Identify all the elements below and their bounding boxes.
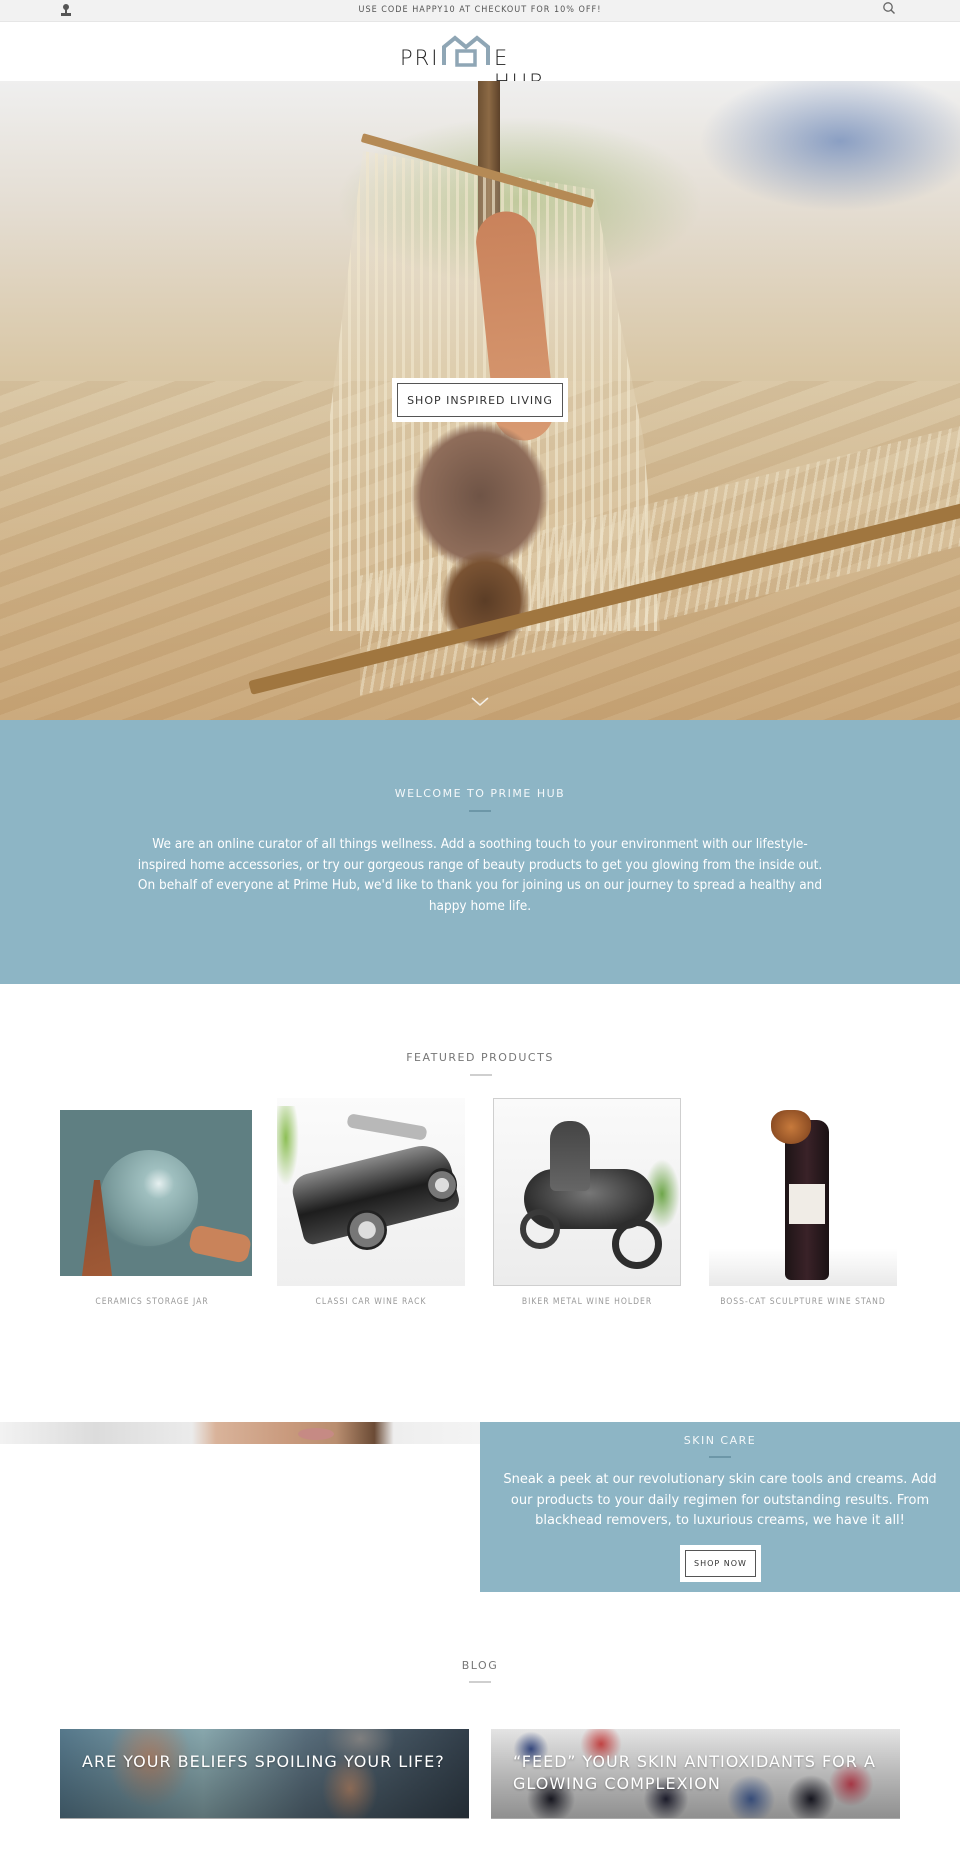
skin-care-panel: SKIN CARE Sneak a peek at our revolution…: [480, 1422, 960, 1592]
product-card[interactable]: CLASSI CAR WINE RACK: [277, 1098, 465, 1308]
skin-care-lips: [298, 1428, 334, 1440]
welcome-heading: WELCOME TO PRIME HUB: [394, 787, 566, 800]
product-image[interactable]: [60, 1110, 253, 1276]
blog-heading: BLOG: [461, 1659, 499, 1672]
bike-wheel: [612, 1219, 662, 1269]
welcome-section: WELCOME TO PRIME HUB We are an online cu…: [0, 720, 960, 984]
blog-post-card[interactable]: ARE YOUR BELIEFS SPOILING YOUR LIFE?: [60, 1729, 469, 1819]
jar-scoop: [187, 1224, 253, 1264]
skin-care-cta-frame: SHOP NOW: [680, 1545, 761, 1582]
car-roof: [346, 1113, 428, 1141]
hero-banner: SHOP INSPIRED LIVING: [0, 81, 960, 720]
hero-cta-frame: SHOP INSPIRED LIVING: [392, 378, 568, 422]
product-card[interactable]: BOSS-CAT SCULPTURE WINE STAND: [709, 1098, 897, 1308]
blog-image-overlay: [60, 1729, 469, 1818]
welcome-text: We are an online curator of all things w…: [137, 836, 823, 914]
shop-inspired-living-button[interactable]: SHOP INSPIRED LIVING: [397, 383, 563, 417]
featured-products-divider: [470, 1074, 492, 1076]
site-logo[interactable]: PRI E HUB: [400, 35, 562, 94]
featured-products-heading: FEATURED PRODUCTS: [406, 1051, 554, 1064]
skin-care-text: Sneak a peek at our revolutionary skin c…: [503, 1472, 937, 1528]
cat-head: [771, 1110, 811, 1144]
product-image[interactable]: [709, 1098, 897, 1286]
wine-label: [789, 1184, 825, 1224]
bike-rider: [550, 1121, 590, 1191]
product-name[interactable]: BIKER METAL WINE HOLDER: [493, 1297, 681, 1307]
skin-care-image: [0, 1422, 480, 1444]
product-card[interactable]: BIKER METAL WINE HOLDER: [493, 1098, 681, 1308]
product-name[interactable]: CERAMICS STORAGE JAR: [58, 1297, 246, 1307]
hero-person-body: [410, 421, 550, 571]
skin-care-divider: [709, 1456, 731, 1458]
jar-shape: [100, 1150, 198, 1246]
blog-post-title[interactable]: ARE YOUR BELIEFS SPOILING YOUR LIFE?: [82, 1751, 449, 1773]
skin-care-heading: SKIN CARE: [683, 1434, 757, 1447]
car-wheel: [427, 1168, 457, 1202]
shop-now-button[interactable]: SHOP NOW: [685, 1550, 756, 1577]
logo-text-left: PRI: [400, 46, 440, 70]
search-icon[interactable]: [882, 1, 896, 15]
chevron-down-icon[interactable]: [471, 697, 489, 707]
product-image[interactable]: [493, 1098, 681, 1286]
product-card[interactable]: CERAMICS STORAGE JAR: [58, 1098, 253, 1308]
car-plant: [277, 1106, 299, 1186]
announcement-bar: USE CODE HAPPY10 AT CHECKOUT FOR 10% OFF…: [0, 0, 960, 22]
blog-divider: [469, 1681, 491, 1683]
bike-wheel: [520, 1209, 560, 1249]
product-image[interactable]: [277, 1098, 465, 1286]
car-wheel: [347, 1210, 387, 1250]
blog-post-card[interactable]: “FEED” YOUR SKIN ANTIOXIDANTS FOR A GLOW…: [491, 1729, 900, 1819]
welcome-divider: [469, 810, 491, 812]
announcement-text: USE CODE HAPPY10 AT CHECKOUT FOR 10% OFF…: [358, 5, 602, 15]
product-name[interactable]: BOSS-CAT SCULPTURE WINE STAND: [709, 1297, 897, 1307]
house-icon: [442, 35, 490, 67]
blog-post-title[interactable]: “FEED” YOUR SKIN ANTIOXIDANTS FOR A GLOW…: [513, 1751, 880, 1795]
site-header: PRI E HUB: [0, 22, 960, 94]
product-name[interactable]: CLASSI CAR WINE RACK: [277, 1297, 465, 1307]
